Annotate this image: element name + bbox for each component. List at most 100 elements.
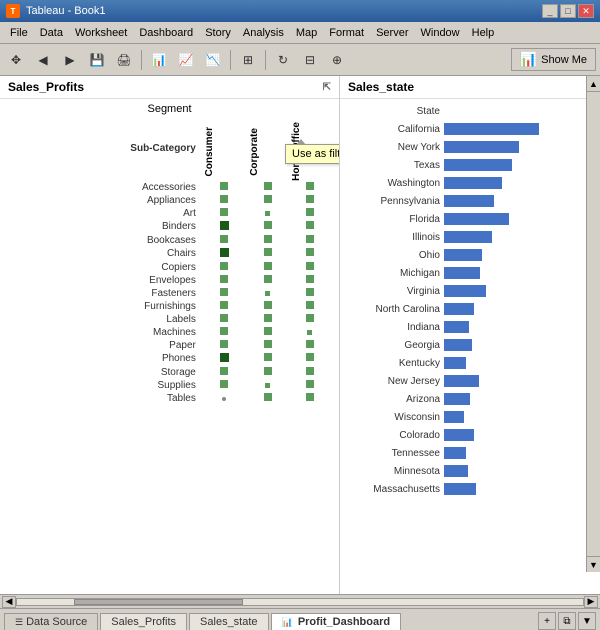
toolbar-action[interactable]: ⊕	[325, 48, 349, 72]
cell	[289, 220, 331, 234]
scroll-down[interactable]: ▼	[587, 556, 600, 572]
profit-indicator	[220, 288, 228, 296]
bar-fill	[444, 483, 476, 495]
scroll-left[interactable]: ◀	[2, 596, 16, 608]
bar-fill	[444, 447, 466, 459]
menu-format[interactable]: Format	[323, 25, 370, 41]
tab-menu-icon[interactable]: ▼	[578, 612, 596, 630]
menu-server[interactable]: Server	[370, 25, 414, 41]
list-item: Texas	[344, 157, 596, 173]
expand-icon[interactable]: ⇱	[323, 82, 331, 93]
profit-indicator	[264, 221, 272, 229]
scroll-right[interactable]: ▶	[584, 596, 598, 608]
right-scrollbar[interactable]: ▲ ▼	[586, 76, 600, 572]
scroll-up[interactable]: ▲	[587, 76, 600, 92]
cell	[289, 352, 331, 366]
menu-worksheet[interactable]: Worksheet	[69, 25, 133, 41]
left-panel-header: Sales_Profits ⇱	[0, 76, 339, 99]
toolbar-chart2[interactable]: 📈	[174, 48, 198, 72]
new-sheet-icon[interactable]: +	[538, 612, 556, 630]
profit-indicator	[220, 235, 228, 243]
profit-indicator	[264, 314, 272, 322]
profit-indicator	[265, 211, 270, 216]
show-me-button[interactable]: 📊 Show Me	[511, 48, 596, 71]
cell	[289, 339, 331, 352]
duplicate-sheet-icon[interactable]: ⧉	[558, 612, 576, 630]
cell	[247, 181, 289, 194]
minimize-button[interactable]: _	[542, 4, 558, 18]
toolbar-save[interactable]: 💾	[85, 48, 109, 72]
bar-fill	[444, 177, 502, 189]
profit-indicator	[306, 182, 314, 190]
show-me-icon: 📊	[520, 51, 537, 68]
toolbar-separator-2	[230, 50, 231, 70]
bar-fill	[444, 285, 486, 297]
sales-profits-panel: Sales_Profits ⇱ Use as filter Segment Su…	[0, 76, 340, 594]
profit-indicator	[306, 262, 314, 270]
toolbar-back[interactable]: ◀	[31, 48, 55, 72]
profit-indicator	[306, 208, 314, 216]
list-item: Minnesota	[344, 463, 596, 479]
show-me-label: Show Me	[541, 54, 587, 66]
state-label: Indiana	[344, 322, 444, 333]
profit-indicator	[264, 367, 272, 375]
toolbar-chart3[interactable]: 📉	[201, 48, 225, 72]
scroll-thumb[interactable]	[74, 599, 244, 605]
profit-indicator	[306, 235, 314, 243]
cell	[202, 379, 247, 392]
cell	[247, 300, 289, 313]
bar-fill	[444, 465, 468, 477]
cell	[289, 181, 331, 194]
close-button[interactable]: ✕	[578, 4, 594, 18]
profit-indicator	[264, 248, 272, 256]
menu-dashboard[interactable]: Dashboard	[133, 25, 199, 41]
bar-fill	[444, 339, 472, 351]
menu-help[interactable]: Help	[466, 25, 501, 41]
cell	[289, 379, 331, 392]
profit-indicator	[264, 301, 272, 309]
toolbar-cursor[interactable]: ✥	[4, 48, 28, 72]
menu-map[interactable]: Map	[290, 25, 323, 41]
maximize-button[interactable]: □	[560, 4, 576, 18]
subcategory-label: Copiers	[8, 261, 202, 274]
list-item: Illinois	[344, 229, 596, 245]
toolbar-layout[interactable]: ⊞	[236, 48, 260, 72]
state-label: Minnesota	[344, 466, 444, 477]
menu-analysis[interactable]: Analysis	[237, 25, 290, 41]
table-row: Fasteners	[8, 287, 331, 300]
cell	[247, 366, 289, 379]
toolbar-print[interactable]: 🖨	[112, 48, 136, 72]
menu-story[interactable]: Story	[199, 25, 237, 41]
menu-window[interactable]: Window	[415, 25, 466, 41]
toolbar-filter[interactable]: ⊟	[298, 48, 322, 72]
toolbar-refresh[interactable]: ↻	[271, 48, 295, 72]
cell	[289, 247, 331, 261]
state-label: Arizona	[344, 394, 444, 405]
tab3-label: Profit_Dashboard	[298, 616, 390, 628]
state-label: Texas	[344, 160, 444, 171]
bar-chart-container: State CaliforniaNew YorkTexasWashingtonP…	[340, 99, 600, 585]
state-label: Virginia	[344, 286, 444, 297]
cell	[202, 366, 247, 379]
menu-file[interactable]: File	[4, 25, 34, 41]
cell	[247, 274, 289, 287]
table-row: Furnishings	[8, 300, 331, 313]
list-item: Washington	[344, 175, 596, 191]
profit-indicator	[306, 314, 314, 322]
app-icon: T	[6, 4, 20, 18]
profit-indicator	[264, 393, 272, 401]
subcategory-label: Paper	[8, 339, 202, 352]
state-label: Michigan	[344, 268, 444, 279]
toolbar-chart1[interactable]: 📊	[147, 48, 171, 72]
cell	[247, 313, 289, 326]
tab2-label: Sales_state	[200, 616, 257, 628]
scroll-track[interactable]	[16, 598, 584, 606]
cell	[247, 287, 289, 300]
menu-data[interactable]: Data	[34, 25, 69, 41]
subcategory-header: Sub-Category	[8, 117, 202, 181]
bar-fill	[444, 303, 474, 315]
toolbar-forward[interactable]: ▶	[58, 48, 82, 72]
cell	[289, 392, 331, 405]
subcategory-label: Fasteners	[8, 287, 202, 300]
profit-indicator	[220, 248, 229, 257]
